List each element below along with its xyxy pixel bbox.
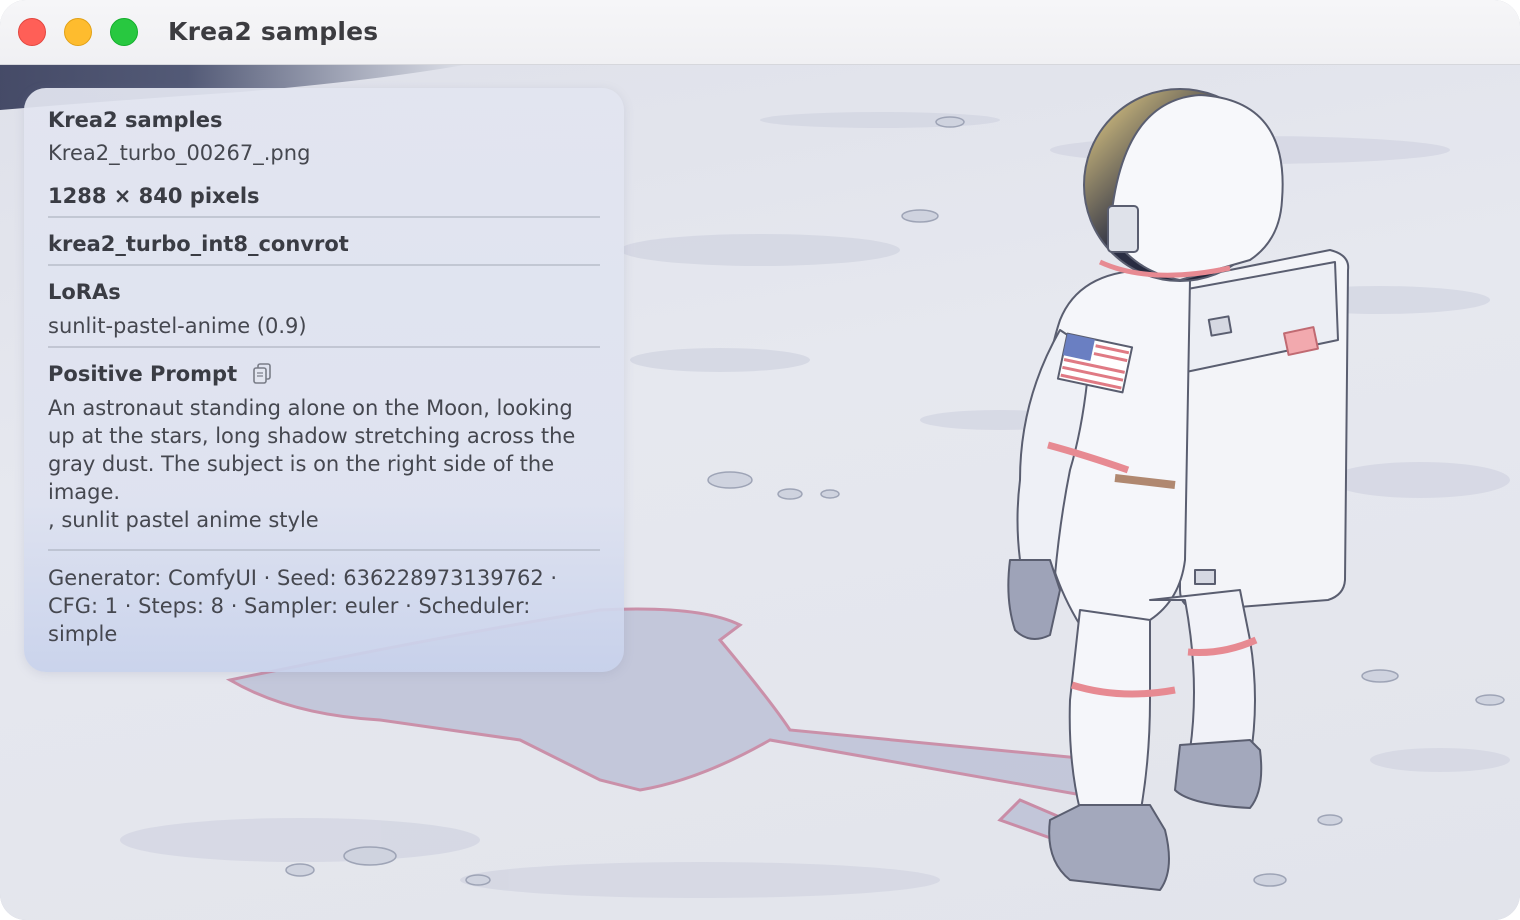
lora-entry: sunlit-pastel-anime (0.9) (48, 314, 307, 338)
album-name: Krea2 samples (48, 108, 223, 132)
image-viewer-window: Krea2 samples Krea2 samples Krea2_turbo_… (0, 0, 1520, 920)
generation-metadata: Generator: ComfyUI · Seed: 6362289731397… (48, 566, 558, 646)
loras-heading: LoRAs (48, 280, 121, 304)
positive-prompt-text: An astronaut standing alone on the Moon,… (48, 396, 576, 532)
divider (48, 216, 600, 218)
divider (48, 264, 600, 266)
maximize-window-button[interactable] (110, 18, 138, 46)
divider (48, 549, 600, 551)
model-name: krea2_turbo_int8_convrot (48, 232, 349, 256)
close-window-button[interactable] (18, 18, 46, 46)
positive-prompt-heading: Positive Prompt (48, 362, 238, 386)
image-dimensions: 1288 × 840 pixels (48, 184, 260, 208)
file-name: Krea2_turbo_00267_.png (48, 141, 311, 165)
title-bar[interactable]: Krea2 samples (0, 0, 1520, 65)
window-title: Krea2 samples (168, 17, 379, 46)
image-info-panel: Krea2 samples Krea2_turbo_00267_.png 128… (24, 88, 624, 672)
divider (48, 346, 600, 348)
copy-icon[interactable] (252, 362, 272, 386)
minimize-window-button[interactable] (64, 18, 92, 46)
